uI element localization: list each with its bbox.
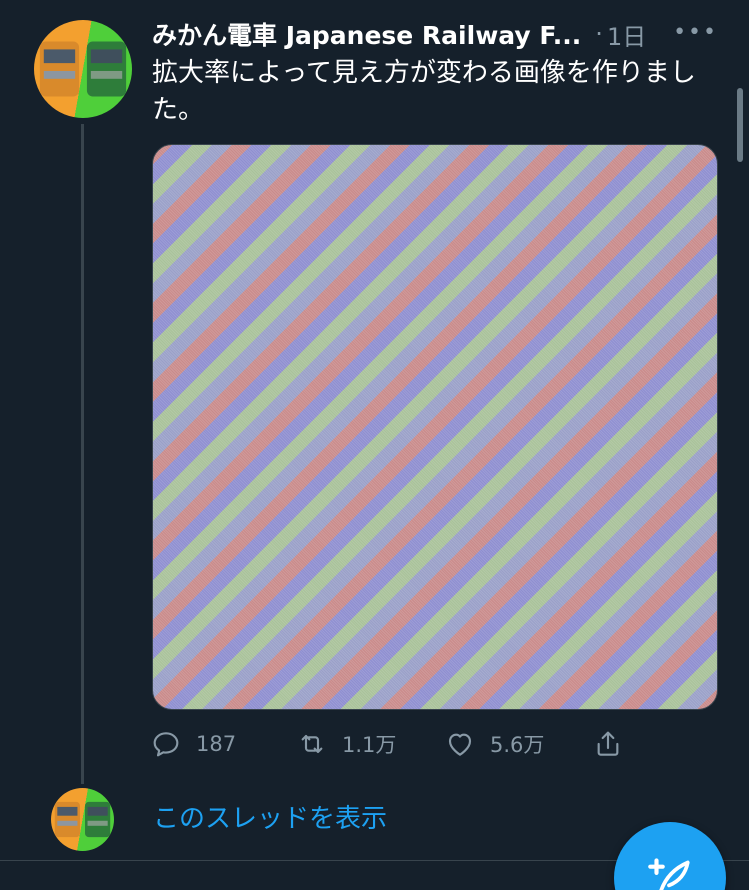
retweet-count: 1.1万	[342, 733, 397, 757]
heart-icon	[448, 733, 472, 756]
tweet-screen: みかん電車 Japanese Railway F... · 1日 ••• 拡大率…	[0, 0, 749, 890]
tweet-action-bar: 187 1.1万 5.6万	[150, 724, 640, 764]
retweet-button[interactable]: 1.1万	[296, 724, 396, 764]
like-button[interactable]: 5.6万	[444, 724, 544, 764]
tweet-text: 拡大率によって見え方が変わる画像を作りました。	[152, 58, 696, 125]
share-button[interactable]	[592, 724, 624, 764]
train-avatar-icon	[39, 41, 127, 97]
thread-connector-line	[81, 124, 84, 784]
reply-count: 187	[196, 732, 237, 756]
reply-icon	[153, 732, 179, 757]
more-options-icon[interactable]: •••	[673, 20, 718, 45]
share-icon	[597, 731, 619, 756]
compose-tweet-icon	[648, 858, 690, 890]
reply-button[interactable]: 187	[150, 724, 236, 764]
retweet-icon	[301, 734, 323, 754]
show-thread-link[interactable]: このスレッドを表示	[153, 798, 387, 835]
scrollbar-thumb[interactable]	[737, 88, 743, 162]
train-avatar-icon	[54, 801, 111, 838]
header-separator: ·	[595, 20, 603, 48]
tweet-timestamp[interactable]: 1日	[607, 17, 646, 52]
like-count: 5.6万	[490, 733, 545, 757]
author-avatar[interactable]	[34, 20, 132, 118]
compose-tweet-button[interactable]	[614, 822, 726, 890]
author-display-name[interactable]: みかん電車 Japanese Railway F...	[152, 16, 581, 52]
tweet-header: みかん電車 Japanese Railway F... · 1日 •••	[152, 14, 732, 54]
thread-author-avatar[interactable]	[51, 788, 114, 851]
tweet-media-image[interactable]	[152, 144, 718, 710]
